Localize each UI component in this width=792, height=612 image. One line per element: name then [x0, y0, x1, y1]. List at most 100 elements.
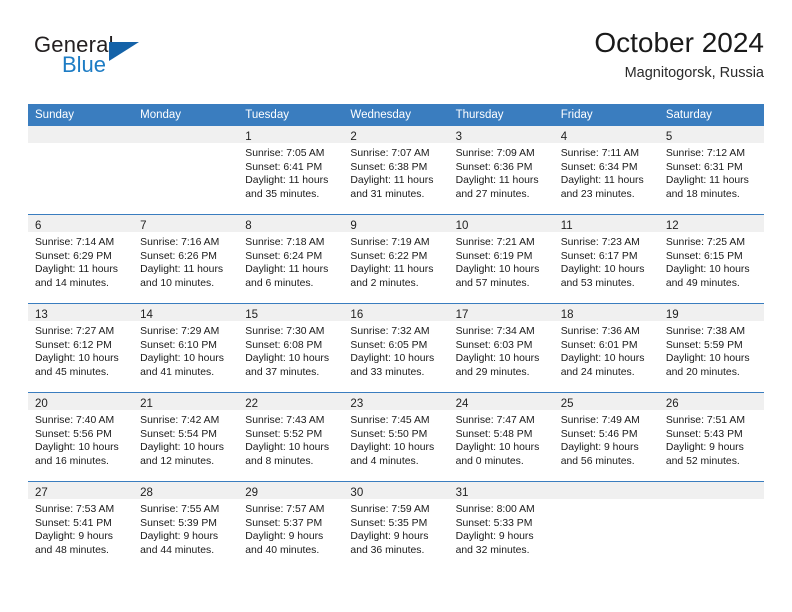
calendar-day-cell[interactable]: 14 Sunrise: 7:29 AM Sunset: 6:10 PM Dayligh…	[133, 303, 239, 393]
day-number: 18	[560, 309, 574, 321]
calendar-day-cell[interactable]: 16 Sunrise: 7:32 AM Sunset: 6:05 PM Dayligh…	[343, 303, 449, 393]
day-detail-body: Sunrise: 7:29 AM Sunset: 6:10 PM Daylight:…	[133, 321, 238, 379]
daylight-text-line2: and 20 minutes.	[665, 366, 740, 378]
day-detail-body: Sunrise: 7:42 AM Sunset: 5:54 PM Daylight:…	[133, 410, 238, 468]
calendar-day-cell[interactable]: 29 Sunrise: 7:57 AM Sunset: 5:37 PM Dayligh…	[238, 481, 344, 570]
calendar-day-cell[interactable]: 1 Sunrise: 7:05 AM Sunset: 6:41 PM Daylight…	[238, 126, 344, 215]
day-number: 1	[245, 131, 252, 143]
calendar-cell-inner: 20 Sunrise: 7:40 AM Sunset: 5:56 PM Dayligh…	[28, 393, 134, 481]
sunset-text: Sunset: 6:19 PM	[455, 250, 533, 262]
daylight-text-line1: Daylight: 10 hours	[245, 442, 330, 454]
calendar-day-cell[interactable]: 5 Sunrise: 7:12 AM Sunset: 6:31 PM Daylight…	[658, 126, 764, 215]
calendar-cell-inner: 16 Sunrise: 7:32 AM Sunset: 6:05 PM Dayligh…	[343, 304, 449, 392]
day-number: 29	[245, 487, 259, 499]
daylight-text-line1: Daylight: 10 hours	[455, 442, 540, 454]
calendar-day-cell[interactable]: 25 Sunrise: 7:49 AM Sunset: 5:46 PM Dayligh…	[553, 392, 659, 482]
daylight-text-line1: Daylight: 10 hours	[35, 353, 119, 365]
day-number: 9	[350, 220, 357, 232]
calendar-day-cell[interactable]: 19 Sunrise: 7:38 AM Sunset: 5:59 PM Dayligh…	[658, 303, 764, 393]
day-detail-body: Sunrise: 7:14 AM Sunset: 6:29 PM Daylight:…	[28, 232, 133, 290]
calendar-day-cell[interactable]: 7 Sunrise: 7:16 AM Sunset: 6:26 PM Daylight…	[133, 214, 239, 304]
daylight-text-line2: and 44 minutes.	[140, 544, 215, 556]
calendar-day-cell[interactable]: 2 Sunrise: 7:07 AM Sunset: 6:38 PM Daylight…	[343, 126, 449, 215]
day-number: 26	[665, 398, 679, 410]
day-detail-body: Sunrise: 7:36 AM Sunset: 6:01 PM Daylight:…	[554, 321, 659, 379]
day-number: 14	[140, 309, 153, 321]
day-number-band: 26	[658, 393, 764, 410]
day-number: 28	[140, 487, 153, 499]
calendar-day-cell[interactable]: 20 Sunrise: 7:40 AM Sunset: 5:56 PM Dayligh…	[28, 392, 134, 482]
day-number-band: 15	[238, 304, 344, 321]
calendar-cell-inner	[658, 482, 764, 570]
daylight-text-line1: Daylight: 10 hours	[350, 442, 435, 454]
daylight-text-line2: and 49 minutes.	[665, 277, 740, 289]
daylight-text-line1: Daylight: 10 hours	[350, 353, 435, 365]
calendar-day-cell[interactable]: 21 Sunrise: 7:42 AM Sunset: 5:54 PM Dayligh…	[133, 392, 239, 482]
day-number-band: 4	[553, 126, 659, 143]
sunrise-text: Sunrise: 7:43 AM	[245, 415, 325, 426]
calendar-day-cell[interactable]: 28 Sunrise: 7:55 AM Sunset: 5:39 PM Dayligh…	[133, 481, 239, 570]
calendar-day-cell[interactable]: 3 Sunrise: 7:09 AM Sunset: 6:36 PM Daylight…	[448, 126, 554, 215]
daylight-text-line2: and 24 minutes.	[560, 366, 635, 378]
general-blue-logo: General Blue	[34, 32, 254, 88]
calendar-cell-inner: 1 Sunrise: 7:05 AM Sunset: 6:41 PM Daylight…	[238, 126, 344, 214]
day-number-band	[658, 482, 764, 499]
calendar-cell-inner: 10 Sunrise: 7:21 AM Sunset: 6:19 PM Dayligh…	[448, 215, 554, 303]
calendar-day-cell[interactable]: 15 Sunrise: 7:30 AM Sunset: 6:08 PM Dayligh…	[238, 303, 344, 393]
calendar-day-cell[interactable]: 9 Sunrise: 7:19 AM Sunset: 6:22 PM Daylight…	[343, 214, 449, 304]
day-number-band: 10	[448, 215, 554, 232]
calendar-day-cell[interactable]: 4 Sunrise: 7:11 AM Sunset: 6:34 PM Daylight…	[553, 126, 659, 215]
day-number: 27	[35, 487, 48, 499]
calendar-cell-inner: 23 Sunrise: 7:45 AM Sunset: 5:50 PM Dayligh…	[343, 393, 449, 481]
day-detail-body: Sunrise: 7:19 AM Sunset: 6:22 PM Daylight:…	[343, 232, 448, 290]
sunrise-text: Sunrise: 7:18 AM	[245, 237, 325, 248]
daylight-text-line1: Daylight: 11 hours	[665, 175, 749, 187]
daylight-text-line1: Daylight: 11 hours	[350, 264, 434, 276]
calendar-day-cell[interactable]: 31 Sunrise: 8:00 AM Sunset: 5:33 PM Dayligh…	[448, 481, 554, 570]
calendar-day-cell[interactable]: 10 Sunrise: 7:21 AM Sunset: 6:19 PM Dayligh…	[448, 214, 554, 304]
calendar-cell-inner	[553, 482, 659, 570]
daylight-text-line2: and 35 minutes.	[245, 188, 320, 200]
daylight-text-line2: and 6 minutes.	[245, 277, 314, 289]
day-detail-body: Sunrise: 7:43 AM Sunset: 5:52 PM Daylight:…	[238, 410, 343, 468]
day-detail-body: Sunrise: 7:09 AM Sunset: 6:36 PM Daylight:…	[449, 143, 554, 201]
calendar-day-cell[interactable]: 13 Sunrise: 7:27 AM Sunset: 6:12 PM Dayligh…	[28, 303, 134, 393]
day-number: 10	[455, 220, 469, 232]
calendar-day-cell[interactable]: 8 Sunrise: 7:18 AM Sunset: 6:24 PM Daylight…	[238, 214, 344, 304]
calendar-day-cell[interactable]: 17 Sunrise: 7:34 AM Sunset: 6:03 PM Dayligh…	[448, 303, 554, 393]
calendar-day-cell[interactable]: 6 Sunrise: 7:14 AM Sunset: 6:29 PM Daylight…	[28, 214, 134, 304]
day-detail-body: Sunrise: 7:51 AM Sunset: 5:43 PM Daylight:…	[659, 410, 764, 468]
day-number-band: 14	[133, 304, 239, 321]
calendar-day-cell[interactable]: 27 Sunrise: 7:53 AM Sunset: 5:41 PM Dayligh…	[28, 481, 134, 570]
calendar-day-cell[interactable]: 18 Sunrise: 7:36 AM Sunset: 6:01 PM Dayligh…	[553, 303, 659, 393]
day-number-band	[133, 126, 239, 143]
daylight-text-line2: and 27 minutes.	[455, 188, 530, 200]
sunrise-text: Sunrise: 7:53 AM	[35, 504, 115, 515]
daylight-text-line1: Daylight: 10 hours	[665, 353, 750, 365]
daylight-text-line1: Daylight: 10 hours	[455, 353, 540, 365]
day-detail-body: Sunrise: 7:49 AM Sunset: 5:46 PM Daylight:…	[554, 410, 659, 468]
day-number-band: 24	[448, 393, 554, 410]
calendar-cell-inner: 26 Sunrise: 7:51 AM Sunset: 5:43 PM Dayligh…	[658, 393, 764, 481]
day-number: 25	[560, 398, 574, 410]
sunset-text: Sunset: 6:03 PM	[455, 339, 533, 351]
calendar-day-cell[interactable]: 22 Sunrise: 7:43 AM Sunset: 5:52 PM Dayligh…	[238, 392, 344, 482]
day-detail-body: Sunrise: 7:59 AM Sunset: 5:35 PM Daylight:…	[343, 499, 448, 557]
calendar-day-cell[interactable]: 26 Sunrise: 7:51 AM Sunset: 5:43 PM Dayligh…	[658, 392, 764, 482]
day-number-band: 3	[448, 126, 554, 143]
daylight-text-line1: Daylight: 10 hours	[140, 353, 224, 365]
daylight-text-line1: Daylight: 9 hours	[350, 531, 429, 543]
sunset-text: Sunset: 5:59 PM	[665, 339, 743, 351]
calendar-day-cell[interactable]: 23 Sunrise: 7:45 AM Sunset: 5:50 PM Dayligh…	[343, 392, 449, 482]
calendar-cell-empty	[28, 126, 134, 215]
day-number-band: 6	[28, 215, 134, 232]
calendar-day-cell[interactable]: 30 Sunrise: 7:59 AM Sunset: 5:35 PM Dayligh…	[343, 481, 449, 570]
calendar-day-cell[interactable]: 11 Sunrise: 7:23 AM Sunset: 6:17 PM Dayligh…	[553, 214, 659, 304]
calendar-cell-inner: 7 Sunrise: 7:16 AM Sunset: 6:26 PM Daylight…	[133, 215, 239, 303]
calendar-day-cell[interactable]: 24 Sunrise: 7:47 AM Sunset: 5:48 PM Dayligh…	[448, 392, 554, 482]
sunrise-text: Sunrise: 7:47 AM	[455, 415, 535, 426]
day-detail-body: Sunrise: 7:16 AM Sunset: 6:26 PM Daylight:…	[133, 232, 238, 290]
sunrise-text: Sunrise: 7:36 AM	[560, 326, 640, 337]
day-number: 24	[455, 398, 469, 410]
calendar-day-cell[interactable]: 12 Sunrise: 7:25 AM Sunset: 6:15 PM Dayligh…	[658, 214, 764, 304]
